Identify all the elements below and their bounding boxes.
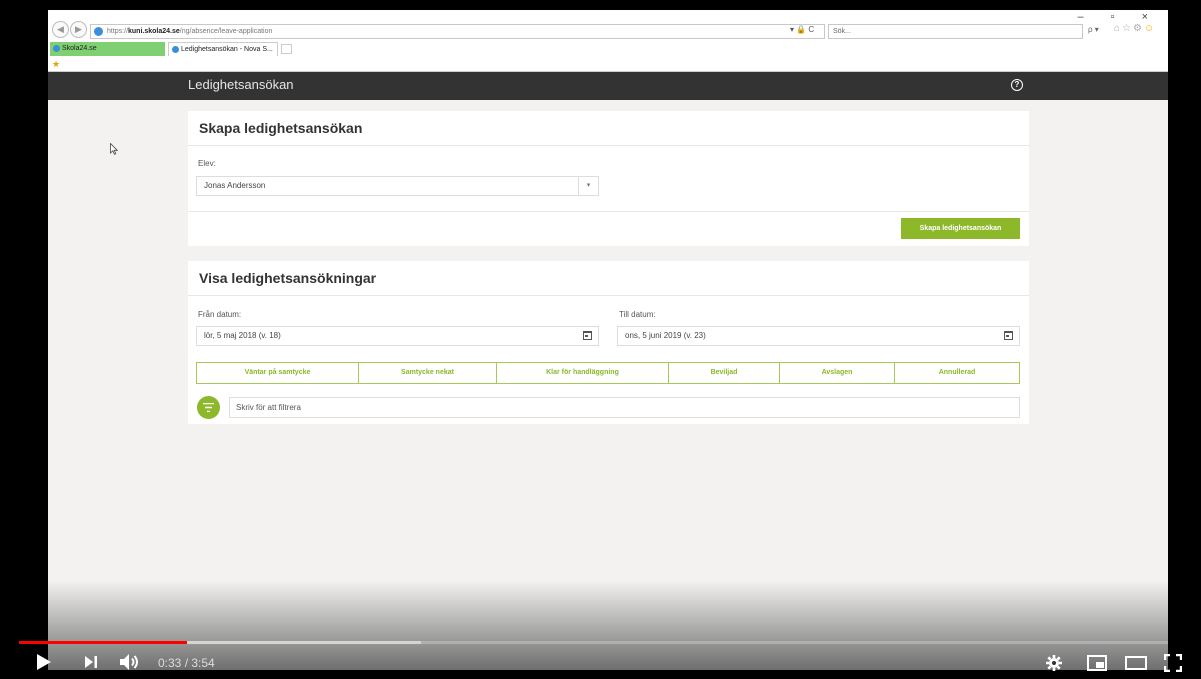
new-tab-icon — [281, 44, 292, 54]
tab-close-icon: × — [277, 46, 278, 53]
status-tab: Annullerad — [938, 369, 976, 376]
to-date-label: Till datum: — [619, 310, 656, 319]
from-date-label: Från datum: — [198, 310, 242, 319]
address-controls: ▾ 🔒 C — [790, 25, 815, 34]
page-title: Ledighetsansökan — [188, 77, 294, 92]
status-tab: Beviljad — [669, 363, 780, 383]
gear-icon: ⚙ — [1133, 23, 1144, 34]
app-header: Ledighetsansökan ? — [48, 72, 1168, 100]
browser-chrome: ◀ ▶ https://kuni.skola24.se/ng/absence/l… — [48, 10, 1168, 72]
tab-favicon-icon — [53, 45, 60, 52]
search-icon: ρ ▾ — [1088, 25, 1099, 34]
student-value: Jonas Andersson — [204, 181, 266, 190]
address-bar: https://kuni.skola24.se/ng/absence/leave… — [90, 24, 825, 39]
divider — [188, 211, 1029, 212]
smiley-icon: ☺ — [1143, 23, 1157, 34]
browser-tab: Skola24.se — [50, 42, 165, 56]
star-icon: ☆ — [1122, 23, 1134, 34]
fullscreen-icon[interactable] — [1164, 654, 1182, 672]
student-select: Jonas Andersson ▾ — [196, 176, 599, 196]
filter-button — [197, 396, 220, 419]
url-host: kuni.skola24.se — [128, 28, 180, 35]
player-controls: 0:33 / 3:54 — [0, 648, 1201, 679]
video-player[interactable]: ◀ ▶ https://kuni.skola24.se/ng/absence/l… — [0, 0, 1201, 679]
create-application-button: Skapa ledighetsansökan — [901, 218, 1020, 239]
browser-tab-active: Ledighetsansökan - Nova S... × — [168, 42, 278, 56]
url-path: /ng/absence/leave-application — [179, 28, 273, 35]
volume-icon[interactable] — [119, 653, 143, 671]
favorites-star-icon: ★ — [52, 59, 61, 69]
browser-search: Sök... — [828, 24, 1083, 39]
time-display: 0:33 / 3:54 — [158, 656, 215, 670]
status-filter-tabs: Väntar på samtycke Samtycke nekat Klar f… — [196, 362, 1020, 384]
filter-input: Skriv för att filtrera — [229, 397, 1020, 418]
ie-icon — [94, 27, 103, 36]
list-applications-card: Visa ledighetsansökningar Från datum: lö… — [188, 261, 1029, 424]
calendar-icon — [1004, 331, 1013, 340]
mouse-cursor-icon — [104, 134, 118, 155]
from-date-input: lör, 5 maj 2018 (v. 18) — [196, 326, 599, 346]
back-icon: ◀ — [52, 21, 69, 38]
to-date-input: ons, 5 juni 2019 (v. 23) — [617, 326, 1020, 346]
next-icon[interactable] — [84, 655, 98, 669]
card-title: Visa ledighetsansökningar — [188, 261, 1029, 296]
student-label: Elev: — [198, 159, 216, 168]
filter-icon — [203, 403, 214, 412]
video-frame: ◀ ▶ https://kuni.skola24.se/ng/absence/l… — [48, 10, 1168, 670]
play-icon[interactable] — [36, 653, 52, 671]
window-controls: – ▫ × — [1077, 11, 1160, 23]
status-tab: Väntar på samtycke — [197, 363, 359, 383]
help-icon: ? — [1011, 79, 1023, 91]
create-application-card: Skapa ledighetsansökan Elev: Jonas Ander… — [188, 111, 1029, 246]
theater-mode-icon[interactable] — [1125, 656, 1147, 670]
current-time: 0:33 — [158, 656, 182, 670]
calendar-icon — [583, 331, 592, 340]
seek-bar[interactable] — [19, 641, 1168, 644]
card-title: Skapa ledighetsansökan — [188, 111, 1029, 146]
settings-gear-icon[interactable] — [1046, 655, 1062, 671]
to-date-value: ons, 5 juni 2019 (v. 23) — [625, 331, 706, 340]
miniplayer-icon[interactable] — [1087, 655, 1107, 671]
tab-label: Ledighetsansökan - Nova S... — [181, 46, 273, 53]
played-bar — [19, 641, 187, 644]
toolbar-icons: ⌂☆⚙☺ — [1114, 23, 1156, 34]
tab-favicon-icon — [172, 46, 179, 53]
forward-icon: ▶ — [70, 21, 87, 38]
chevron-down-icon: ▾ — [578, 177, 598, 195]
browser-tabs: Skola24.se Ledighetsansökan - Nova S... × — [48, 42, 1168, 56]
home-icon: ⌂ — [1114, 23, 1123, 34]
status-tab: Klar för handläggning — [497, 363, 669, 383]
tab-label: Skola24.se — [62, 45, 97, 52]
url-prefix: https:// — [107, 28, 129, 35]
status-tab: Samtycke nekat — [359, 363, 497, 383]
duration: 3:54 — [191, 656, 215, 670]
status-tab: Avslagen — [780, 363, 895, 383]
from-date-value: lör, 5 maj 2018 (v. 18) — [204, 331, 281, 340]
